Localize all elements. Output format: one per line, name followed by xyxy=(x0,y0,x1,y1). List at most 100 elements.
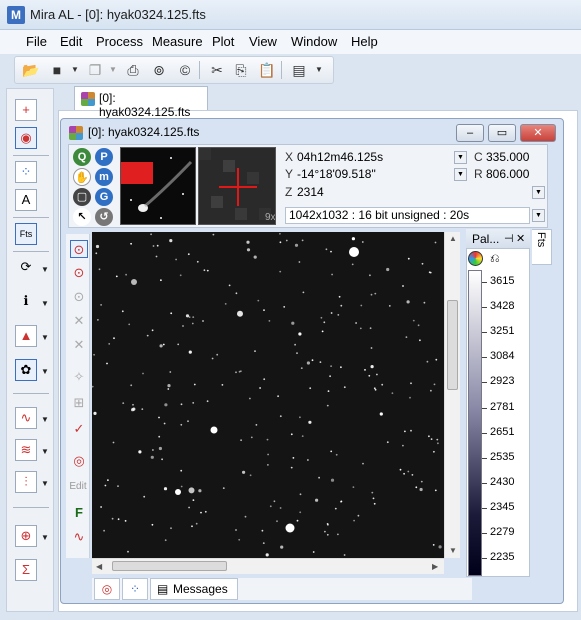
c-label: C xyxy=(474,150,483,164)
palette-icon[interactable]: ✿ xyxy=(15,359,37,381)
print-icon[interactable]: ⎙ xyxy=(123,61,143,79)
histogram-icon[interactable]: ▲ xyxy=(15,325,37,347)
delete-icon[interactable]: ✕ xyxy=(70,312,88,330)
scroll-right-icon[interactable]: ▶ xyxy=(432,562,438,571)
palette-options-icon[interactable]: ⎌ xyxy=(490,251,500,266)
menu-edit[interactable]: Edit xyxy=(60,34,82,49)
menu-process[interactable]: Process xyxy=(96,34,143,49)
profile-dropdown-icon[interactable]: ▼ xyxy=(41,479,49,488)
zoom-icon[interactable]: Q xyxy=(73,148,91,166)
plot2-icon[interactable]: ≋ xyxy=(15,439,37,461)
menu-plot[interactable]: Plot xyxy=(212,34,234,49)
overview-thumbnail[interactable] xyxy=(120,147,196,225)
crosshair-icon[interactable]: ⊕ xyxy=(15,525,37,547)
copy-icon[interactable]: ⎘ xyxy=(231,61,251,79)
restore-button[interactable]: ▭ xyxy=(488,124,516,142)
target-tab-icon[interactable]: ◎ xyxy=(94,578,120,600)
check-icon[interactable]: ✓ xyxy=(70,420,88,438)
palette-tick xyxy=(482,482,487,484)
star-field xyxy=(92,232,442,557)
menu-view[interactable]: View xyxy=(249,34,277,49)
fts-icon[interactable]: Fts xyxy=(15,223,37,245)
target-icon[interactable]: ◉ xyxy=(15,127,37,149)
rotate-icon[interactable]: ↺ xyxy=(95,208,113,226)
title-bar: M Mira AL - [0]: hyak0324.125.fts xyxy=(0,0,581,30)
messages-tab[interactable]: ▤ Messages xyxy=(150,578,238,600)
pin-icon[interactable]: ⊣ xyxy=(504,232,514,245)
paste-icon[interactable]: 📋 xyxy=(257,61,277,79)
p-button[interactable]: P xyxy=(95,148,113,166)
palette-dropdown-icon[interactable]: ▼ xyxy=(41,367,49,376)
image-icon xyxy=(81,92,95,106)
palette-close-icon[interactable]: ✕ xyxy=(516,232,525,245)
save-dropdown-icon[interactable]: ▼ xyxy=(65,61,85,79)
scatter-icon[interactable]: ⁘ xyxy=(15,161,37,183)
scroll-left-icon[interactable]: ◀ xyxy=(96,562,102,571)
palette-tick-label: 3084 xyxy=(490,350,515,363)
info-icon[interactable]: ℹ xyxy=(15,291,37,313)
open-folder-icon[interactable]: 📂 xyxy=(21,61,41,79)
vertical-scroll-thumb[interactable] xyxy=(447,300,458,390)
aperture-gray-icon[interactable]: ⊙ xyxy=(70,288,88,306)
horizontal-scroll-thumb[interactable] xyxy=(112,561,227,571)
aperture-add-icon[interactable]: ⊙ xyxy=(70,264,88,282)
palette-tick xyxy=(482,332,487,334)
vertical-scrollbar[interactable]: ▲ ▼ xyxy=(444,232,460,558)
x-format-dropdown[interactable]: ▼ xyxy=(454,151,467,164)
refresh-icon[interactable]: ⟳ xyxy=(15,257,37,279)
m-button[interactable]: m xyxy=(95,168,113,186)
notes-dropdown-icon[interactable]: ▼ xyxy=(309,61,329,79)
notes-icon[interactable]: ▤ xyxy=(289,61,309,79)
minimize-button[interactable]: – xyxy=(456,124,484,142)
palette-title: Pal... xyxy=(472,232,500,246)
plot2-dropdown-icon[interactable]: ▼ xyxy=(41,447,49,456)
add-point-icon[interactable]: + xyxy=(15,99,37,121)
plot-dropdown-icon[interactable]: ▼ xyxy=(41,415,49,424)
target-icon[interactable]: ◎ xyxy=(70,452,88,470)
f-button[interactable]: F xyxy=(70,504,88,522)
palette-tick-label: 2781 xyxy=(490,400,515,413)
z-format-dropdown[interactable]: ▼ xyxy=(532,186,545,199)
plot-icon[interactable]: ∿ xyxy=(15,407,37,429)
copy-window-dropdown-icon[interactable]: ▼ xyxy=(103,61,123,79)
scatter-tab-icon[interactable]: ⁘ xyxy=(122,578,148,600)
copy-window-icon[interactable]: ❐ xyxy=(85,61,105,79)
g-button[interactable]: G xyxy=(95,188,113,206)
profile-icon[interactable]: ⫶ xyxy=(15,471,37,493)
window-frame-icon[interactable]: ▢ xyxy=(73,188,91,206)
pointer-icon[interactable]: ↖ xyxy=(73,208,91,226)
pan-hand-icon[interactable]: ✋ xyxy=(73,168,91,186)
palette-tick xyxy=(482,407,487,409)
image-info-field: 1042x1032 : 16 bit unsigned : 20s xyxy=(285,207,530,224)
toolbar-divider xyxy=(13,507,49,508)
image-display[interactable] xyxy=(92,232,444,558)
crosshair-dropdown-icon[interactable]: ▼ xyxy=(41,533,49,542)
scroll-down-icon[interactable]: ▼ xyxy=(449,546,457,555)
menu-measure[interactable]: Measure xyxy=(152,34,203,49)
aperture-icon[interactable]: ⊙ xyxy=(70,240,88,258)
y-format-dropdown[interactable]: ▼ xyxy=(454,168,467,181)
menu-file[interactable]: File xyxy=(26,34,47,49)
sparkle-icon[interactable]: ✧ xyxy=(70,368,88,386)
image-info-dropdown[interactable]: ▼ xyxy=(532,209,545,222)
annotate-icon[interactable]: A xyxy=(15,189,37,211)
palette-color-icon[interactable] xyxy=(468,251,483,266)
refresh-dropdown-icon[interactable]: ▼ xyxy=(41,265,49,274)
info-dropdown-icon[interactable]: ▼ xyxy=(41,299,49,308)
palette-colorbar[interactable] xyxy=(468,270,482,576)
scroll-up-icon[interactable]: ▲ xyxy=(449,234,457,243)
edit-label[interactable]: Edit xyxy=(67,478,89,496)
grid-icon[interactable]: ⊞ xyxy=(70,394,88,412)
copyright-icon[interactable]: © xyxy=(175,61,195,79)
menu-window[interactable]: Window xyxy=(291,34,337,49)
delete-all-icon[interactable]: ✕ xyxy=(70,336,88,354)
histogram-dropdown-icon[interactable]: ▼ xyxy=(41,333,49,342)
save-icon[interactable]: ■ xyxy=(47,61,67,79)
plot-icon[interactable]: ∿ xyxy=(70,528,88,546)
cut-icon[interactable]: ✂ xyxy=(207,61,227,79)
binoculars-icon[interactable]: ⊚ xyxy=(149,61,169,79)
menu-help[interactable]: Help xyxy=(351,34,378,49)
sigma-icon[interactable]: Σ xyxy=(15,559,37,581)
document-tab[interactable]: [0]: hyak0324.125.fts xyxy=(74,86,208,119)
close-button[interactable]: ✕ xyxy=(520,124,556,142)
